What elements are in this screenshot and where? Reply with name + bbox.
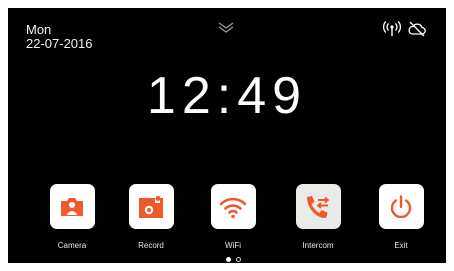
date-label: 22-07-2016	[26, 36, 93, 51]
camera-icon	[61, 197, 83, 216]
app-label-camera: Camera	[57, 241, 87, 250]
power-icon	[390, 194, 412, 218]
record-icon	[139, 195, 163, 218]
app-label-wifi: WiFi	[225, 241, 241, 250]
date-display: Mon 22-07-2016	[26, 23, 93, 51]
page-dot-inactive[interactable]	[236, 257, 241, 262]
day-label: Mon	[26, 22, 52, 37]
clock-display: 12:49	[146, 67, 308, 125]
app-intercom[interactable]: Intercom	[288, 184, 348, 250]
exit-tile[interactable]	[378, 184, 424, 229]
app-camera[interactable]: Camera	[42, 184, 102, 250]
wifi-icon	[219, 197, 247, 218]
app-dock: Camera Record WiFi Intercom Exit	[8, 184, 446, 254]
app-label-intercom: Intercom	[302, 241, 334, 250]
camera-tile[interactable]	[49, 184, 95, 229]
app-wifi[interactable]: WiFi	[203, 184, 263, 250]
record-tile[interactable]	[128, 184, 174, 229]
app-label-record: Record	[138, 241, 164, 250]
app-exit[interactable]: Exit	[371, 184, 431, 250]
chevron-down-icon[interactable]	[217, 21, 235, 33]
wifi-tile[interactable]	[210, 184, 256, 229]
intercom-tile[interactable]	[295, 184, 341, 229]
page-dot-active[interactable]	[226, 257, 231, 262]
cloud-off-icon	[408, 21, 426, 37]
intercom-phone-icon	[307, 195, 330, 218]
home-screen: Mon 22-07-2016 12:49 Camera Record WiFi …	[8, 8, 446, 263]
antenna-signal-icon	[382, 21, 402, 36]
app-record[interactable]: Record	[121, 184, 181, 250]
app-label-exit: Exit	[394, 241, 408, 250]
